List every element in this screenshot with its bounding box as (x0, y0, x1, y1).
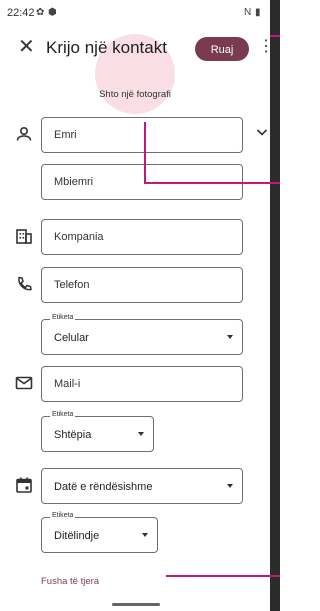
phone-label-value: Celular (54, 332, 89, 344)
screen-edge (270, 0, 280, 611)
shield-icon: ⬢ (48, 7, 57, 18)
status-time: 22:42 (7, 7, 35, 19)
app-bar: ✕ Krijo një kontakt Ruaj ⋮ (0, 26, 270, 70)
email-placeholder: Mail-i (54, 378, 81, 390)
phone-placeholder: Telefon (54, 279, 90, 291)
company-placeholder: Kompania (54, 231, 104, 243)
phone-label-caption: Etiketa (50, 314, 76, 321)
phone-field[interactable]: Telefon (41, 267, 243, 303)
battery-icon: ▮ (255, 7, 261, 18)
important-date-placeholder: Datë e rëndësishme (54, 481, 153, 493)
first-name-placeholder: Emri (54, 129, 77, 141)
dropdown-arrow-icon (227, 484, 233, 488)
annotation-line (144, 122, 146, 184)
settings-icon: ✿ (36, 7, 45, 18)
close-icon[interactable]: ✕ (18, 37, 35, 57)
email-label-value: Shtëpia (54, 429, 92, 441)
email-icon (15, 376, 33, 390)
important-date-field[interactable]: Datë e rëndësishme (41, 468, 243, 504)
date-label-caption: Etiketa (50, 512, 76, 519)
annotation-line (144, 182, 270, 184)
email-label-select[interactable]: Etiketa Shtëpia (41, 411, 154, 452)
nfc-icon: N (244, 7, 252, 18)
person-icon (16, 126, 32, 141)
business-icon (16, 229, 32, 244)
contact-editor-screen: 22:42 ✿ ⬢ N ▮ ✕ Krijo një kontakt Ruaj ⋮… (0, 0, 270, 611)
save-button[interactable]: Ruaj (195, 37, 249, 61)
date-label-select[interactable]: Etiketa Ditëlindje (41, 512, 158, 553)
date-label-value: Ditëlindje (54, 530, 100, 542)
email-label-caption: Etiketa (50, 411, 76, 418)
phone-label-select[interactable]: Etiketa Celular (41, 314, 243, 355)
chevron-down-icon[interactable] (256, 126, 268, 138)
calendar-icon (16, 477, 32, 493)
dropdown-arrow-icon (142, 533, 148, 537)
annotation-line (270, 35, 280, 37)
more-options-icon[interactable]: ⋮ (258, 39, 270, 55)
company-field[interactable]: Kompania (41, 219, 243, 255)
first-name-field[interactable]: Emri (41, 117, 243, 153)
last-name-placeholder: Mbiemri (54, 176, 94, 188)
gesture-bar (112, 603, 160, 606)
page-title: Krijo një kontakt (46, 38, 167, 57)
dropdown-arrow-icon (227, 335, 233, 339)
annotation-line (270, 182, 280, 184)
status-bar: 22:42 ✿ ⬢ N ▮ (0, 0, 270, 26)
add-photo-link[interactable]: Shto një fotografi (0, 89, 270, 100)
annotation-line (166, 575, 270, 577)
annotation-line (270, 575, 280, 577)
more-fields-link[interactable]: Fusha të tjera (41, 576, 99, 587)
email-field[interactable]: Mail-i (41, 366, 243, 402)
dropdown-arrow-icon (138, 432, 144, 436)
phone-icon (18, 276, 32, 291)
